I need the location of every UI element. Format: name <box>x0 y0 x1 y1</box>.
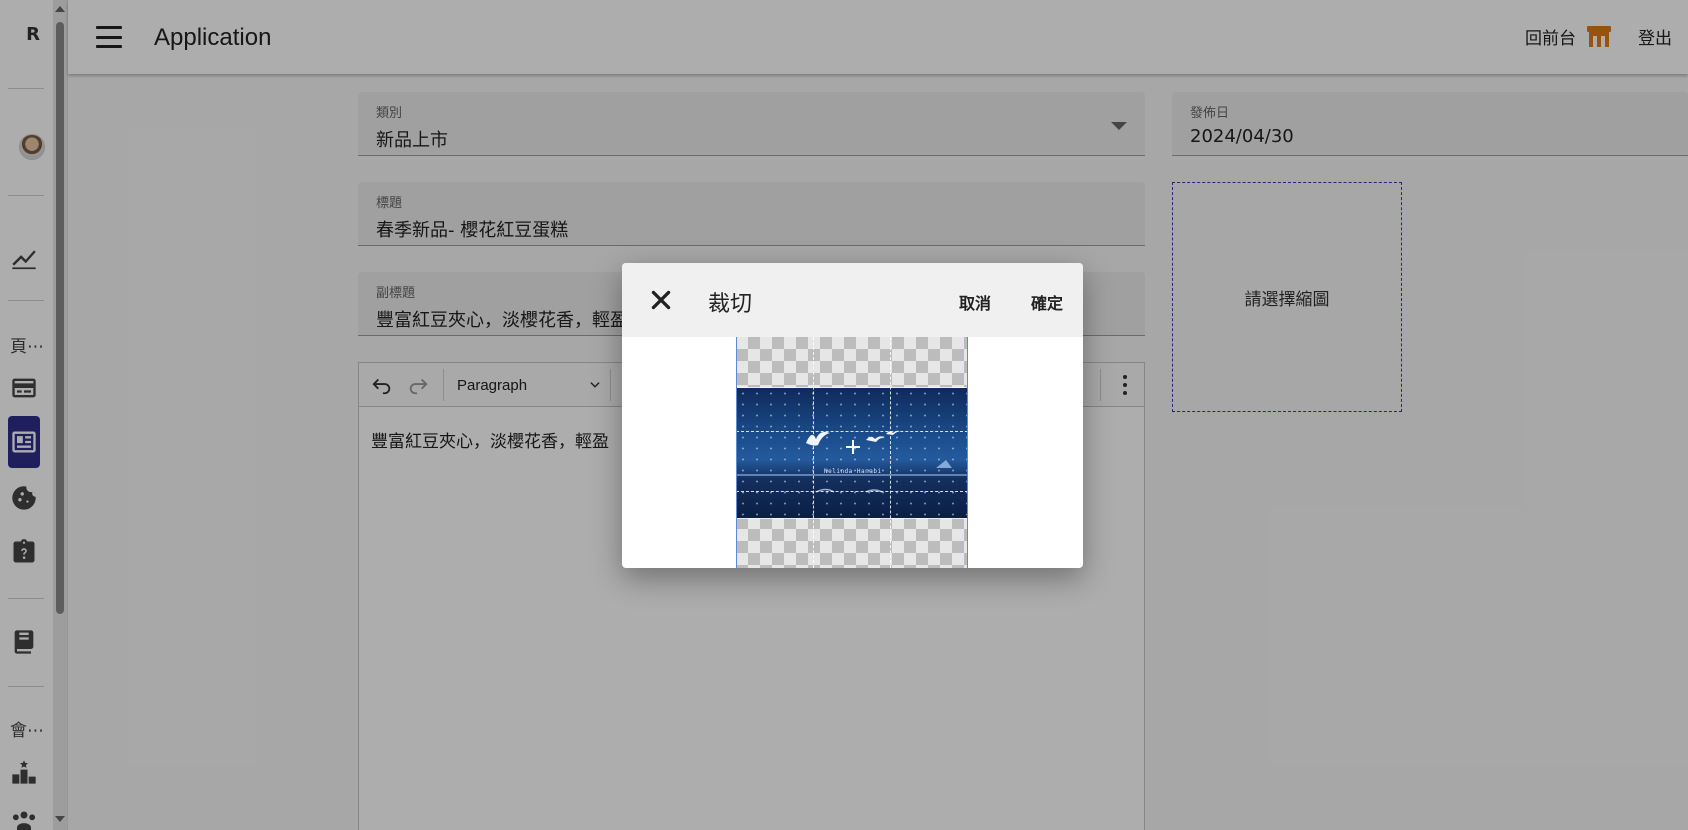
crop-dialog: 裁切 取消 確定 Nelinda Hanabi <box>622 263 1083 568</box>
crop-grid-line <box>736 491 968 492</box>
close-icon[interactable] <box>648 287 674 313</box>
crop-grid-line <box>890 337 891 568</box>
crop-dialog-actions: 取消 確定 <box>959 290 1063 314</box>
crop-dialog-toolbar: 裁切 取消 確定 <box>622 263 1083 337</box>
crop-edge[interactable] <box>967 337 968 568</box>
crop-canvas[interactable]: Nelinda Hanabi <box>736 337 968 568</box>
crop-dialog-title: 裁切 <box>708 292 753 317</box>
cancel-button[interactable]: 取消 <box>959 290 991 314</box>
crop-center-icon <box>846 440 860 454</box>
crop-grid-line <box>736 431 968 432</box>
crop-edge[interactable] <box>736 337 737 568</box>
confirm-button[interactable]: 確定 <box>1031 290 1063 314</box>
crop-grid-line <box>813 337 814 568</box>
